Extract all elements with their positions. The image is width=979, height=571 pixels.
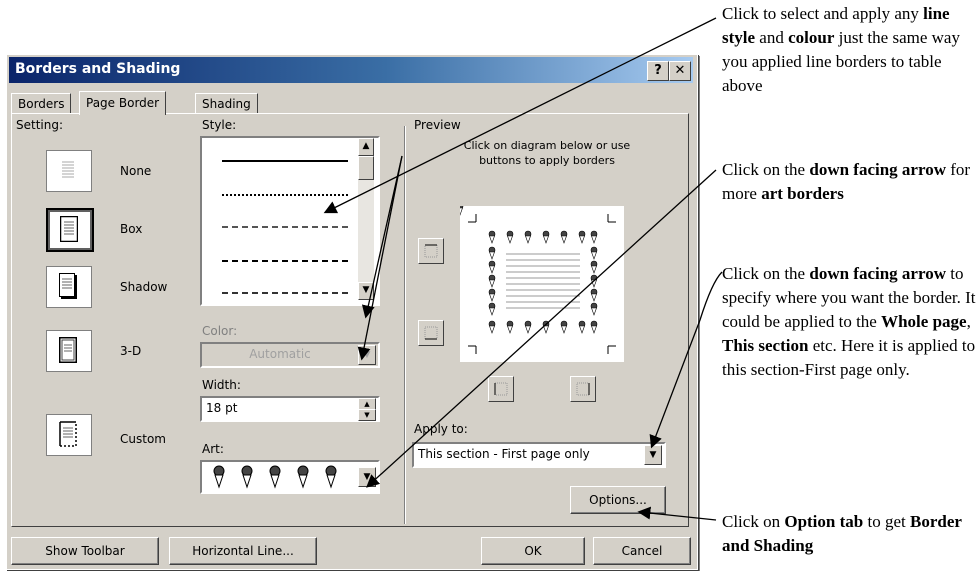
setting-3d-label[interactable]: 3-D — [120, 344, 141, 358]
ok-button[interactable]: OK — [481, 537, 585, 565]
color-combo[interactable]: Automatic ▼ — [200, 342, 380, 368]
ann4-text-b: to get — [863, 512, 910, 531]
color-dropdown-arrow-icon[interactable]: ▼ — [358, 345, 376, 365]
color-label: Color: — [202, 324, 238, 338]
style-scrollbar[interactable]: ▲ ▼ — [358, 138, 374, 300]
width-field[interactable]: 18 pt ▲ ▼ — [200, 396, 380, 422]
setting-shadow-icon[interactable] — [46, 266, 92, 308]
border-right-icon — [576, 382, 590, 396]
setting-box-label[interactable]: Box — [120, 222, 142, 236]
page-3d-icon — [59, 337, 77, 363]
title-bar[interactable]: Borders and Shading ? ✕ — [9, 57, 693, 83]
border-top-icon — [424, 244, 438, 258]
border-bottom-icon — [424, 326, 438, 340]
show-toolbar-button[interactable]: Show Toolbar — [11, 537, 159, 565]
setting-custom-icon[interactable] — [46, 414, 92, 456]
close-button[interactable]: ✕ — [669, 61, 691, 81]
page-border-panel: Setting: None Box Shadow 3-D Custom Styl… — [11, 113, 689, 527]
style-long-dash-line[interactable] — [222, 260, 348, 262]
help-button[interactable]: ? — [647, 61, 669, 81]
setting-none-icon[interactable] — [46, 150, 92, 192]
width-label: Width: — [202, 378, 241, 392]
ann3-bold-b: Whole page — [881, 312, 967, 331]
page-none-icon — [62, 161, 74, 178]
ann2-text-a: Click on the — [722, 160, 810, 179]
annotation-line-style: Click to select and apply any line style… — [722, 2, 978, 98]
scroll-thumb[interactable] — [358, 156, 374, 180]
borders-and-shading-dialog: Borders and Shading ? ✕ Borders Page Bor… — [6, 54, 698, 570]
ann1-text-b: and — [755, 28, 789, 47]
width-value: 18 pt — [206, 401, 238, 415]
ann1-bold-b: colour — [788, 28, 835, 47]
ann1-text-a: Click to select and apply any — [722, 4, 924, 23]
ann2-bold-b: art borders — [761, 184, 844, 203]
preview-divider — [404, 126, 406, 524]
annotation-apply-to: Click on the down facing arrow to specif… — [722, 262, 978, 382]
border-top-button[interactable] — [418, 238, 444, 264]
setting-shadow-label[interactable]: Shadow — [120, 280, 167, 294]
setting-label: Setting: — [16, 118, 64, 132]
apply-to-combo[interactable]: This section - First page only ▼ — [412, 442, 666, 468]
page-custom-icon — [59, 421, 77, 447]
tab-page-border[interactable]: Page Border — [79, 91, 167, 115]
border-right-button[interactable] — [570, 376, 596, 402]
style-dash-dot-line[interactable] — [222, 292, 348, 294]
dialog-title: Borders and Shading — [15, 61, 181, 77]
ann3-bold-a: down facing arrow — [809, 264, 946, 283]
setting-custom-label[interactable]: Custom — [120, 432, 166, 446]
cancel-button[interactable]: Cancel — [593, 537, 691, 565]
apply-to-dropdown-arrow-icon[interactable]: ▼ — [644, 445, 662, 465]
ann4-text-a: Click on — [722, 512, 785, 531]
art-label: Art: — [202, 442, 224, 456]
ann4-bold-a: Option tab — [784, 512, 864, 531]
annotation-art-borders: Click on the down facing arrow for more … — [722, 158, 978, 206]
apply-to-label: Apply to: — [414, 422, 468, 436]
art-icecream-icon — [213, 465, 337, 489]
style-solid-line[interactable] — [222, 160, 348, 162]
setting-box-icon[interactable] — [46, 208, 94, 252]
ann2-bold-a: down facing arrow — [809, 160, 946, 179]
preview-hint-line2: buttons to apply borders — [479, 154, 615, 167]
preview-diagram[interactable] — [456, 202, 624, 362]
tab-borders[interactable]: Borders — [11, 93, 72, 114]
style-label: Style: — [202, 118, 237, 132]
style-dotted-line[interactable] — [222, 194, 348, 196]
preview-hint: Click on diagram below or use buttons to… — [412, 138, 682, 168]
scroll-down-icon[interactable]: ▼ — [358, 282, 374, 300]
scroll-up-icon[interactable]: ▲ — [358, 138, 374, 156]
ann3-text-c: , — [966, 312, 971, 331]
preview-page-icon — [456, 202, 616, 354]
color-value: Automatic — [249, 347, 311, 361]
setting-none-label[interactable]: None — [120, 164, 151, 178]
page-box-icon — [60, 216, 78, 242]
options-button[interactable]: Options... — [570, 486, 666, 514]
ann3-bold-c: This section — [722, 336, 809, 355]
ann3-text-a: Click on the — [722, 264, 810, 283]
horizontal-line-button[interactable]: Horizontal Line... — [169, 537, 317, 565]
art-combo[interactable]: ▼ — [200, 460, 380, 494]
setting-3d-icon[interactable] — [46, 330, 92, 372]
page-shadow-icon — [59, 273, 77, 299]
preview-label: Preview — [414, 118, 461, 132]
style-dashed-line[interactable] — [222, 226, 348, 228]
width-down-icon[interactable]: ▼ — [358, 409, 376, 421]
apply-to-value: This section - First page only — [418, 447, 590, 461]
border-bottom-button[interactable] — [418, 320, 444, 346]
art-dropdown-arrow-icon[interactable]: ▼ — [358, 467, 376, 487]
style-list[interactable]: ▲ ▼ — [200, 136, 380, 306]
annotation-options: Click on Option tab to get Border and Sh… — [722, 510, 978, 558]
preview-hint-line1: Click on diagram below or use — [463, 139, 631, 152]
tab-shading[interactable]: Shading — [195, 93, 258, 114]
border-left-icon — [494, 382, 508, 396]
border-left-button[interactable] — [488, 376, 514, 402]
